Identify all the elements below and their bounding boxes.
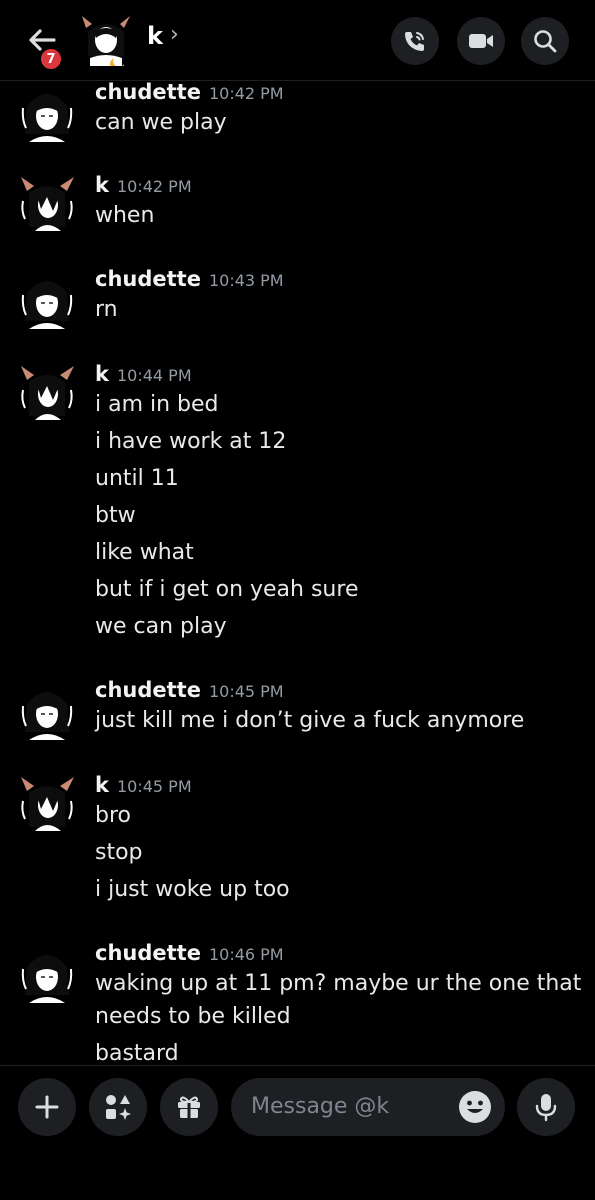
avatar[interactable]: [17, 947, 77, 1003]
message-text[interactable]: bastard: [95, 1041, 179, 1065]
username[interactable]: chudette: [95, 678, 201, 702]
avatar[interactable]: [17, 364, 77, 420]
message-text[interactable]: when: [95, 203, 154, 228]
emoji-icon[interactable]: [457, 1089, 493, 1125]
avatar[interactable]: [17, 86, 77, 142]
message-text[interactable]: until 11: [95, 466, 179, 491]
voice-call-button[interactable]: [391, 17, 439, 65]
message-text[interactable]: rn: [95, 297, 118, 322]
message-text[interactable]: like what: [95, 540, 194, 565]
message-text[interactable]: just kill me i don’t give a fuck anymore: [95, 708, 524, 733]
message-text[interactable]: i have work at 12: [95, 429, 286, 454]
dm-avatar[interactable]: [78, 14, 134, 72]
username[interactable]: chudette: [95, 267, 201, 291]
timestamp: 10:46 PM: [208, 945, 284, 964]
apps-icon: [106, 1095, 131, 1120]
message-text[interactable]: we can play: [95, 614, 227, 639]
message-text[interactable]: btw: [95, 503, 136, 528]
plus-icon: [35, 1095, 59, 1119]
message-meta: k 10:44 PM: [95, 362, 192, 386]
message-meta: chudette 10:42 PM: [95, 80, 284, 104]
gift-icon: [178, 1096, 200, 1118]
message-meta: chudette 10:43 PM: [95, 267, 284, 291]
voice-message-button[interactable]: [517, 1078, 575, 1136]
avatar[interactable]: [17, 684, 77, 740]
chevron-right-icon[interactable]: ›: [170, 22, 179, 47]
message-text[interactable]: but if i get on yeah sure: [95, 577, 358, 602]
apps-button[interactable]: [89, 1078, 147, 1136]
attach-button[interactable]: [18, 1078, 76, 1136]
timestamp: 10:45 PM: [116, 777, 192, 796]
message-text[interactable]: waking up at 11 pm? maybe ur the one tha…: [95, 971, 581, 996]
message-meta: chudette 10:46 PM: [95, 941, 284, 965]
message-meta: k 10:45 PM: [95, 773, 192, 797]
unread-badge: 7: [39, 47, 63, 71]
timestamp: 10:43 PM: [208, 271, 284, 290]
channel-name[interactable]: k: [147, 22, 163, 50]
avatar[interactable]: [17, 775, 77, 831]
username[interactable]: chudette: [95, 80, 201, 104]
avatar[interactable]: [17, 273, 77, 329]
avatar-image-icon: [82, 16, 130, 72]
message-composer: Message @k: [0, 1065, 595, 1200]
username[interactable]: k: [95, 362, 109, 386]
username[interactable]: k: [95, 773, 109, 797]
video-icon: [469, 34, 493, 48]
message-text[interactable]: stop: [95, 840, 143, 865]
timestamp: 10:45 PM: [208, 682, 284, 701]
timestamp: 10:42 PM: [208, 84, 284, 103]
mic-icon: [535, 1094, 557, 1122]
username[interactable]: chudette: [95, 941, 201, 965]
video-call-button[interactable]: [457, 17, 505, 65]
message-text[interactable]: needs to be killed: [95, 1004, 291, 1029]
message-text[interactable]: i just woke up too: [95, 877, 290, 902]
message-placeholder: Message @k: [251, 1094, 390, 1119]
username[interactable]: k: [95, 173, 109, 197]
search-icon: [534, 30, 557, 53]
message-meta: k 10:42 PM: [95, 173, 192, 197]
message-text[interactable]: bro: [95, 803, 131, 828]
gift-button[interactable]: [160, 1078, 218, 1136]
avatar[interactable]: [17, 175, 77, 231]
message-input[interactable]: Message @k: [231, 1078, 505, 1136]
message-list[interactable]: chudette 10:42 PM can we play k 10:42 PM w…: [0, 80, 595, 1065]
timestamp: 10:42 PM: [116, 177, 192, 196]
chat-header: 7 k ›: [0, 0, 595, 81]
phone-icon: [405, 32, 424, 51]
search-button[interactable]: [521, 17, 569, 65]
message-text[interactable]: can we play: [95, 110, 227, 135]
timestamp: 10:44 PM: [116, 366, 192, 385]
message-text[interactable]: i am in bed: [95, 392, 219, 417]
message-meta: chudette 10:45 PM: [95, 678, 284, 702]
